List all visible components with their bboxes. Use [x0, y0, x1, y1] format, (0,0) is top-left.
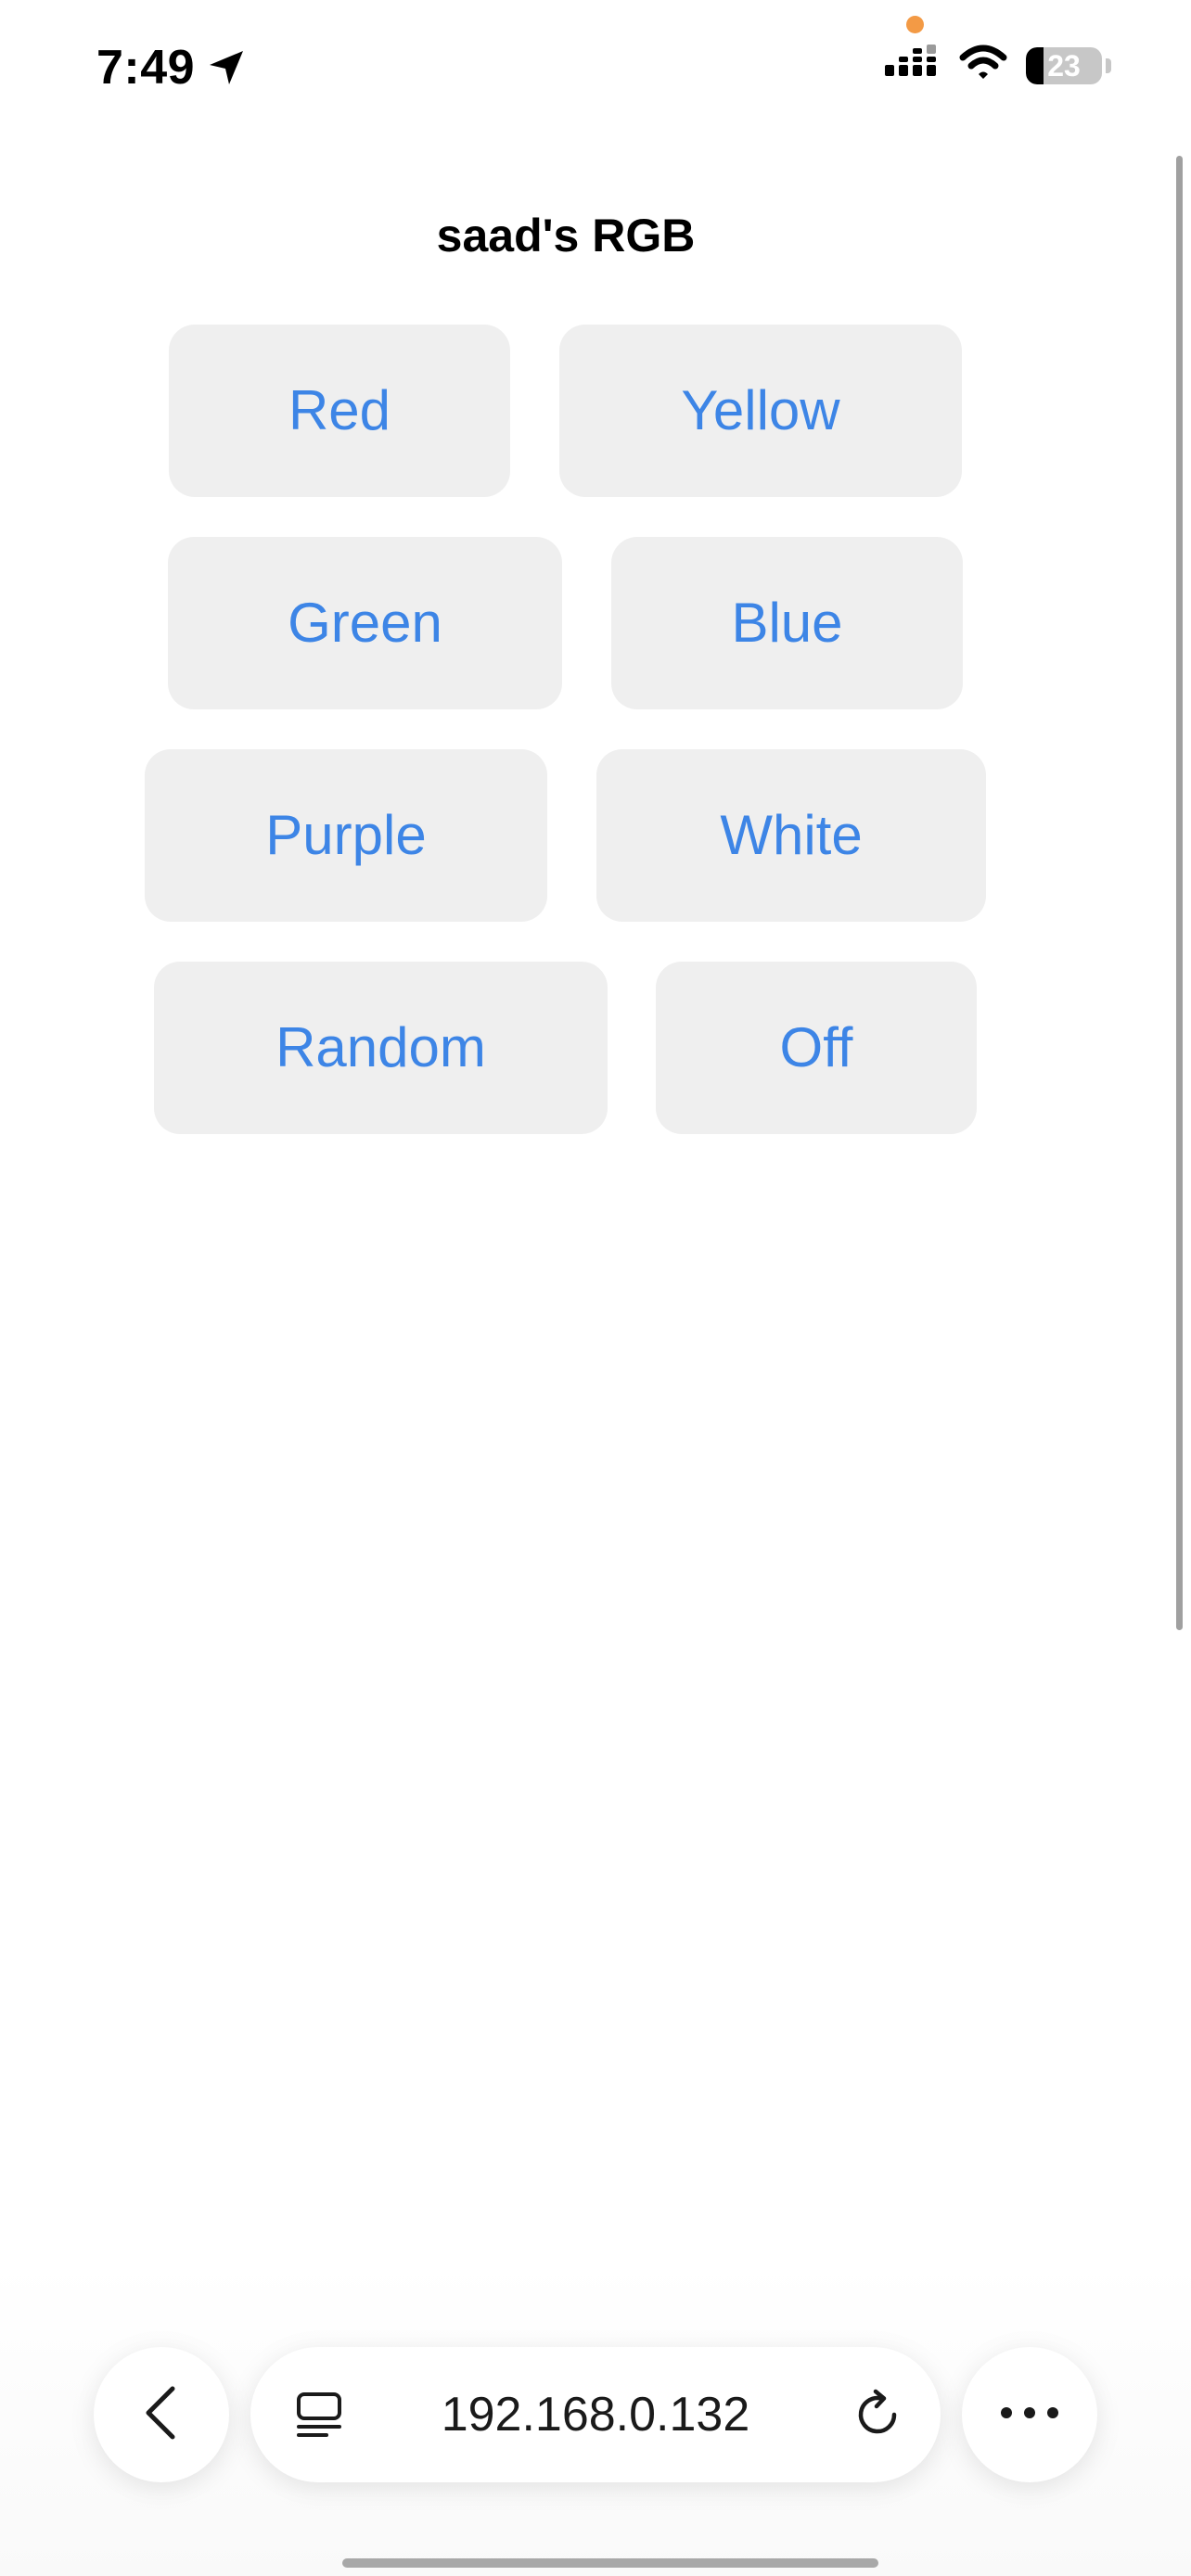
status-time: 7:49	[96, 37, 247, 98]
reload-icon[interactable]	[853, 2389, 905, 2445]
yellow-button[interactable]: Yellow	[559, 325, 962, 497]
location-arrow-icon	[206, 47, 247, 88]
back-button[interactable]	[94, 2347, 229, 2482]
status-bar: 7:49 23	[0, 0, 1191, 139]
tabs-icon[interactable]	[293, 2389, 345, 2445]
green-button[interactable]: Green	[168, 537, 562, 709]
status-time-text: 7:49	[96, 41, 196, 95]
status-icons: 23	[885, 45, 1111, 86]
off-button[interactable]: Off	[656, 962, 977, 1134]
random-button[interactable]: Random	[154, 962, 608, 1134]
home-indicator[interactable]	[342, 2558, 878, 2568]
address-bar[interactable]: 192.168.0.132	[250, 2347, 941, 2482]
page-title: saad's RGB	[436, 210, 696, 261]
privacy-indicator-dot	[906, 16, 924, 33]
cellular-signal-icon	[885, 45, 941, 86]
blue-button[interactable]: Blue	[611, 537, 963, 709]
battery-cap	[1106, 57, 1111, 73]
more-icon	[999, 2405, 1060, 2425]
back-chevron-icon	[143, 2385, 180, 2445]
scroll-indicator[interactable]	[1176, 156, 1183, 1630]
battery-icon: 23	[1026, 46, 1102, 84]
wifi-icon	[959, 45, 1007, 86]
red-button[interactable]: Red	[169, 325, 510, 497]
white-button[interactable]: White	[596, 749, 986, 922]
purple-button[interactable]: Purple	[145, 749, 547, 922]
battery-level-text: 23	[1047, 48, 1081, 83]
address-text[interactable]: 192.168.0.132	[362, 2347, 829, 2482]
more-button[interactable]	[962, 2347, 1097, 2482]
